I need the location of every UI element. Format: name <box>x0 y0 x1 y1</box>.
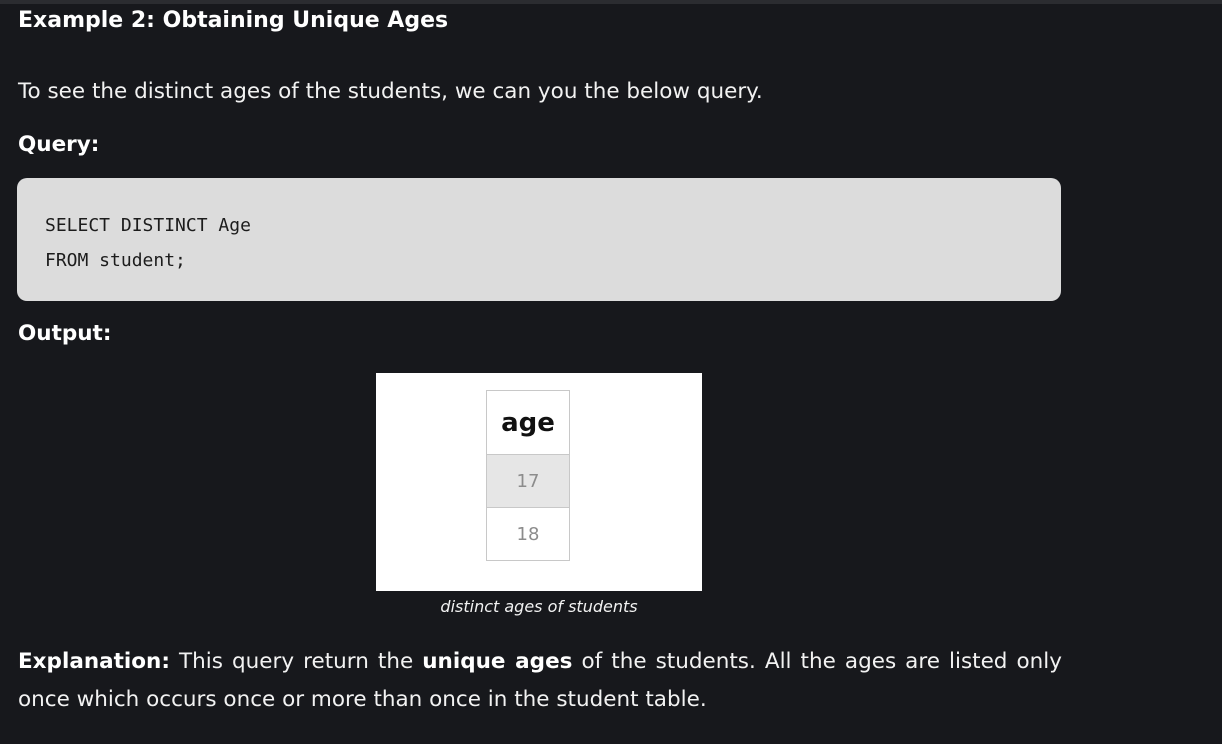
output-figure: age 17 18 <box>376 373 702 591</box>
top-divider <box>0 0 1222 4</box>
table-row: 17 <box>486 454 570 508</box>
section-heading: Example 2: Obtaining Unique Ages <box>18 8 449 33</box>
result-table: age 17 18 <box>486 390 570 561</box>
table-header-row: age <box>486 390 570 455</box>
explanation-emphasis: unique ages <box>422 649 573 674</box>
code-block[interactable]: SELECT DISTINCT Age FROM student; <box>17 178 1061 301</box>
intro-paragraph: To see the distinct ages of the students… <box>18 79 763 104</box>
output-label: Output: <box>18 321 112 346</box>
code-line-1: SELECT DISTINCT Age <box>45 215 251 236</box>
table-row: 18 <box>486 507 570 561</box>
figure-caption: distinct ages of students <box>440 597 638 616</box>
code-line-2: FROM student; <box>45 250 186 271</box>
table-cell: 17 <box>486 454 570 508</box>
explanation-paragraph: Explanation: This query return the uniqu… <box>18 643 1062 719</box>
query-label: Query: <box>18 132 100 157</box>
column-header-age: age <box>486 390 570 455</box>
explanation-text-before: This query return the <box>179 649 414 674</box>
explanation-label: Explanation: <box>18 649 170 674</box>
table-cell: 18 <box>486 507 570 561</box>
